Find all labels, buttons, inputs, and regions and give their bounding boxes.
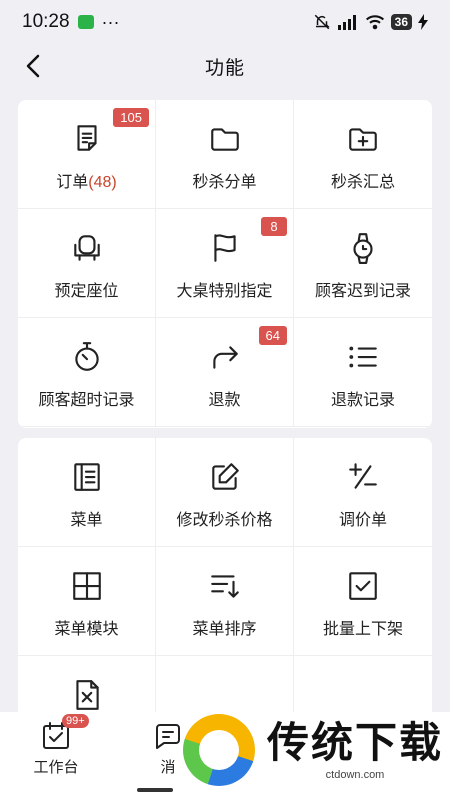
function-label: 退款记录 [330,392,395,409]
function-cell[interactable]: 预定座位 [18,209,156,318]
tab-workbench[interactable]: 99+ 工作台 [0,712,112,800]
status-time: 10:28 [22,11,70,32]
function-label: 修改秒杀价格 [176,512,273,529]
seat-icon [73,235,100,261]
watch-icon [353,233,373,264]
function-label: 菜单模块 [54,621,119,638]
menu-card: 菜单 修改秒杀价格 调价单菜单模块 菜单排序 批量上下架 [18,438,432,718]
function-cell[interactable]: 菜单 [18,438,156,547]
grid-icon [72,572,101,600]
tab-label: 消 [160,759,176,776]
count-badge: 64 [258,326,287,345]
menu-book-icon [73,463,100,491]
wifi-icon [365,15,384,30]
status-bar: 10:28 ··· 36 [0,0,450,44]
folder-icon [210,128,239,151]
function-cell[interactable]: 秒杀汇总 [294,100,432,209]
mute-icon [314,14,330,30]
orders-card: 订单(48) 105 秒杀分单 秒杀汇总预定座位 大桌特别指定 8 顾客迟到记录顾客超时记录… [18,100,432,428]
function-label: 大桌特别指定 [176,283,273,300]
tab-badge: 99+ [62,714,89,728]
more-dots: ··· [101,11,120,32]
function-label: 预定座位 [54,283,119,300]
function-cell[interactable]: 修改秒杀价格 [156,438,294,547]
function-label: 顾客超时记录 [38,392,135,409]
stopwatch-icon [74,342,99,371]
count-badge: 105 [113,108,149,127]
order-count: (48) [88,174,117,191]
tab-label: 工作台 [33,759,79,776]
file-x-icon [75,680,99,710]
watermark-logo-icon [183,714,255,786]
sort-icon [210,575,239,598]
status-right: 36 [313,13,428,31]
back-button[interactable] [18,50,50,82]
count-badge: 8 [261,217,287,236]
checkbox-icon [349,572,377,600]
function-label: 菜单 [70,512,103,529]
function-label: 秒杀分单 [192,174,257,191]
function-label: 秒杀汇总 [330,174,395,191]
function-cell[interactable]: 退款记录 [294,318,432,427]
function-cell[interactable]: 顾客超时记录 [18,318,156,427]
function-cell[interactable]: 调价单 [294,438,432,547]
order-doc-icon [76,125,97,151]
redo-arrow-icon [212,346,238,369]
function-label: 顾客迟到记录 [314,283,411,300]
signal-icon [337,15,356,30]
home-indicator [137,788,173,792]
function-label: 订单(48) [56,174,117,191]
function-cell[interactable]: 菜单模块 [18,547,156,656]
function-cell[interactable]: 大桌特别指定 8 [156,209,294,318]
plus-minus-icon [349,463,377,489]
function-cell[interactable]: 批量上下架 [294,547,432,656]
flag-icon [213,234,236,262]
function-cell[interactable]: 菜单排序 [156,547,294,656]
chevron-left-icon [26,54,40,78]
function-label: 批量上下架 [322,621,403,638]
menu-grid: 菜单 修改秒杀价格 调价单菜单模块 菜单排序 批量上下架 [18,438,432,718]
watermark-text-wrap: 传统下载 ctdown.com [267,719,443,781]
function-cell[interactable]: 顾客迟到记录 [294,209,432,318]
page-title: 功能 [204,57,245,79]
wechat-icon [77,15,94,29]
function-label: 调价单 [338,512,387,529]
orders-grid: 订单(48) 105 秒杀分单 秒杀汇总预定座位 大桌特别指定 8 顾客迟到记录顾客超时记录… [18,100,432,427]
function-label: 退款 [208,392,241,409]
nav-bar: 功能 [0,44,450,88]
watermark: 传统下载 ctdown.com [175,700,450,800]
folder-plus-icon [349,128,377,151]
edit-icon [211,463,239,490]
list-icon [349,346,377,368]
charging-icon [418,14,428,30]
function-cell[interactable] [18,656,156,718]
watermark-text: 传统下载 [267,719,444,766]
function-cell[interactable]: 订单(48) 105 [18,100,156,209]
function-cell[interactable]: 秒杀分单 [156,100,294,209]
watermark-url: ctdown.com [325,769,385,781]
battery-level: 36 [390,14,412,30]
function-label: 菜单排序 [192,621,257,638]
status-left: 10:28 ··· [22,11,120,33]
function-cell[interactable]: 退款 64 [156,318,294,427]
